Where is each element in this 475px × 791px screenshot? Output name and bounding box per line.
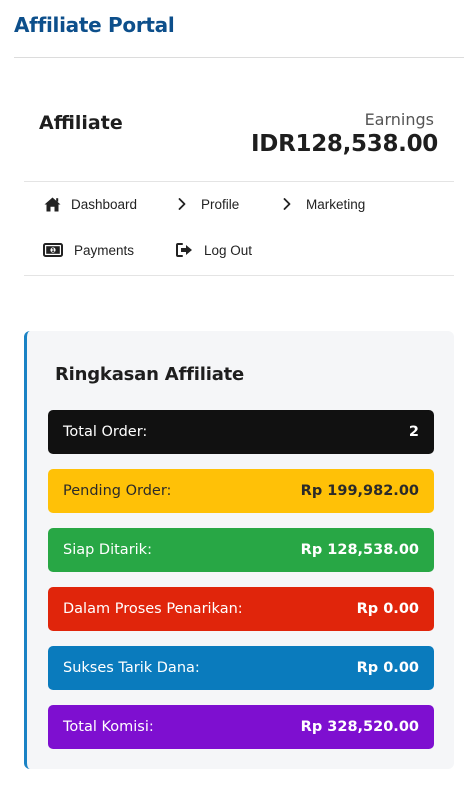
nav-divider-top bbox=[24, 181, 454, 182]
nav-item-label: Dashboard bbox=[71, 196, 138, 212]
summary-title: Ringkasan Affiliate bbox=[55, 364, 245, 385]
row-value: Rp 328,520.00 bbox=[300, 719, 419, 735]
row-label: Total Komisi: bbox=[63, 719, 154, 735]
nav-item-payments[interactable]: 1 Payments bbox=[43, 240, 134, 260]
row-label: Total Order: bbox=[63, 424, 148, 440]
summary-card: Ringkasan Affiliate Total Order: 2 Pendi… bbox=[24, 331, 454, 769]
earnings-label: Earnings bbox=[364, 110, 434, 129]
nav-item-label: Marketing bbox=[306, 196, 366, 212]
home-icon bbox=[44, 197, 61, 212]
row-value: Rp 0.00 bbox=[356, 601, 419, 617]
nav-item-dashboard[interactable]: Dashboard bbox=[44, 194, 137, 214]
row-label: Sukses Tarik Dana: bbox=[63, 660, 200, 676]
row-label: Siap Ditarik: bbox=[63, 542, 152, 558]
row-value: 2 bbox=[408, 424, 419, 440]
summary-row-sukses-tarik: Sukses Tarik Dana: Rp 0.00 bbox=[48, 646, 434, 690]
nav-item-label: Profile bbox=[201, 196, 240, 212]
nav-item-logout[interactable]: Log Out bbox=[176, 240, 252, 260]
nav-divider-bottom bbox=[24, 275, 454, 276]
nav-item-label: Payments bbox=[74, 242, 135, 258]
money-icon: 1 bbox=[43, 243, 63, 257]
nav-item-marketing[interactable]: Marketing bbox=[283, 194, 365, 214]
chevron-right-icon bbox=[178, 198, 186, 210]
summary-row-pending-order: Pending Order: Rp 199,982.00 bbox=[48, 469, 434, 513]
summary-row-total-komisi: Total Komisi: Rp 328,520.00 bbox=[48, 705, 434, 749]
nav-item-label: Log Out bbox=[204, 242, 253, 258]
svg-text:1: 1 bbox=[51, 248, 55, 254]
row-value: Rp 199,982.00 bbox=[300, 483, 419, 499]
row-value: Rp 128,538.00 bbox=[300, 542, 419, 558]
header-divider bbox=[14, 57, 464, 58]
logout-icon bbox=[176, 243, 193, 257]
portal-title[interactable]: Affiliate Portal bbox=[14, 13, 175, 37]
earnings-value: IDR128,538.00 bbox=[251, 131, 438, 157]
affiliate-name: Affiliate bbox=[39, 112, 123, 134]
summary-row-siap-ditarik: Siap Ditarik: Rp 128,538.00 bbox=[48, 528, 434, 572]
summary-row-dalam-proses: Dalam Proses Penarikan: Rp 0.00 bbox=[48, 587, 434, 631]
nav-item-profile[interactable]: Profile bbox=[178, 194, 239, 214]
row-label: Pending Order: bbox=[63, 483, 172, 499]
row-label: Dalam Proses Penarikan: bbox=[63, 601, 243, 617]
chevron-right-icon bbox=[283, 198, 291, 210]
summary-row-total-order: Total Order: 2 bbox=[48, 410, 434, 454]
row-value: Rp 0.00 bbox=[356, 660, 419, 676]
